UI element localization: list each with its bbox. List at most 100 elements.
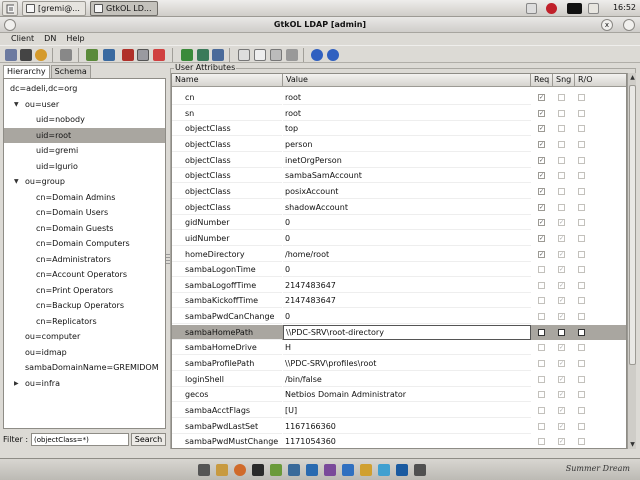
ro-checkbox[interactable] [578,125,585,133]
cut-icon[interactable] [60,49,72,61]
x-icon[interactable] [342,464,354,476]
sng-checkbox[interactable]: ✓ [558,297,565,305]
sng-checkbox[interactable] [558,328,565,336]
expander-open-icon[interactable]: ▼ [14,97,20,112]
attribute-value-cell[interactable]: \\PDC-SRV\profiles\root [283,356,531,372]
attribute-row[interactable]: cn root ✓ [172,90,626,105]
column-header-name[interactable]: Name [172,74,283,87]
ro-checkbox[interactable] [578,313,585,321]
attribute-row[interactable]: objectClass top ✓ [172,121,626,137]
ro-checkbox[interactable] [578,328,585,336]
sng-checkbox[interactable] [558,94,565,101]
sng-checkbox[interactable] [558,187,565,195]
sng-checkbox[interactable]: ✓ [558,313,565,321]
sng-checkbox[interactable]: ✓ [558,219,565,227]
attribute-row[interactable]: sambaHomeDrive H ✓ [172,340,626,356]
network-icon[interactable] [526,3,537,14]
req-checkbox[interactable] [538,328,545,336]
sng-checkbox[interactable] [558,156,565,164]
ro-checkbox[interactable] [578,172,585,180]
attribute-value-cell[interactable]: sambaSamAccount [283,168,531,184]
tree-node[interactable]: ▼ ou=group [4,174,165,189]
image-viewer-icon[interactable] [306,464,318,476]
attribute-value-cell[interactable]: top [283,121,531,137]
attribute-value-cell[interactable]: 2147483647 [283,293,531,309]
export-icon[interactable] [122,49,134,61]
req-checkbox[interactable]: ✓ [538,250,545,258]
ro-checkbox[interactable] [578,156,585,164]
scroll-up-icon[interactable]: ▲ [629,73,636,82]
attribute-row[interactable]: uidNumber 0 ✓ ✓ [172,231,626,246]
sng-checkbox[interactable]: ✓ [558,281,565,289]
table-icon[interactable] [238,49,250,61]
applications-menu-button[interactable] [2,1,18,16]
attributes-table[interactable]: Name Value Req Sng R/O cn root ✓ sn root ✓ obj… [171,73,627,449]
disconnect-icon[interactable] [20,49,32,61]
ro-checkbox[interactable] [578,375,585,383]
attribute-row[interactable]: sambaKickoffTime 2147483647 ✓ [172,293,626,309]
sng-checkbox[interactable]: ✓ [558,407,565,414]
attribute-icon[interactable] [270,49,282,61]
attribute-value-cell[interactable]: [U] [283,403,531,418]
sng-checkbox[interactable]: ✓ [558,391,565,399]
tree-node[interactable]: cn=Administrators [4,252,165,267]
tab-hierarchy[interactable]: Hierarchy [3,65,50,78]
terminal-launcher-icon[interactable] [252,464,264,476]
sng-checkbox[interactable]: ✓ [558,234,565,242]
ro-checkbox[interactable] [578,94,585,101]
sng-checkbox[interactable] [558,172,565,180]
tree-node[interactable]: ou=computer [4,329,165,344]
ldif-icon[interactable] [137,49,149,61]
ro-checkbox[interactable] [578,360,585,368]
attribute-row[interactable]: sambaLogoffTime 2147483647 ✓ [172,278,626,293]
tree-node[interactable]: cn=Domain Guests [4,221,165,236]
attribute-row[interactable]: sambaLogonTime 0 ✓ [172,262,626,278]
attribute-value-cell[interactable]: H [283,340,531,356]
close-icon[interactable]: x [601,19,613,31]
tree-node[interactable]: ▶ ou=infra [4,376,165,391]
save-entry-icon[interactable] [103,49,115,61]
menu-client[interactable]: Client [6,33,39,45]
attribute-value-cell[interactable]: 0 [283,262,531,278]
tree-node[interactable]: cn=Domain Computers [4,236,165,251]
ro-checkbox[interactable] [578,187,585,195]
sng-checkbox[interactable]: ✓ [558,344,565,352]
gimp-icon[interactable] [360,464,372,476]
function-icon[interactable] [254,49,266,61]
menu-help[interactable]: Help [61,33,89,45]
tree-node[interactable]: uid=gremi [4,143,165,158]
tree-node[interactable]: uid=lgurio [4,159,165,174]
req-checkbox[interactable] [538,266,545,274]
taskbar-terminal-button[interactable]: [gremi@... [22,1,86,16]
sng-checkbox[interactable] [558,125,565,133]
attribute-row[interactable]: sambaPwdLastSet 1167166360 ✓ [172,419,626,434]
sng-checkbox[interactable] [558,109,565,117]
req-checkbox[interactable]: ✓ [538,187,545,195]
req-checkbox[interactable]: ✓ [538,109,545,117]
ro-checkbox[interactable] [578,234,585,242]
ro-checkbox[interactable] [578,297,585,305]
connect-icon[interactable] [5,49,17,61]
copy-icon[interactable] [212,49,224,61]
attribute-value-cell[interactable]: 2147483647 [283,278,531,293]
ro-checkbox[interactable] [578,219,585,227]
column-header-value[interactable]: Value [283,74,531,87]
ro-checkbox[interactable] [578,281,585,289]
tree-node[interactable]: uid=root [4,127,165,143]
attribute-value-cell[interactable]: root [283,90,531,105]
attribute-row[interactable]: loginShell/bin/false ✓ [172,372,626,387]
delete-entry-icon[interactable] [153,49,165,61]
sng-checkbox[interactable]: ✓ [558,266,565,274]
script-icon[interactable] [396,464,408,476]
ro-checkbox[interactable] [578,344,585,352]
ro-checkbox[interactable] [578,266,585,274]
req-checkbox[interactable]: ✓ [538,140,545,148]
firefox-icon[interactable] [234,464,246,476]
attribute-row[interactable]: objectClass sambaSamAccount ✓ [172,168,626,184]
attribute-row[interactable]: gidNumber 0 ✓ ✓ [172,215,626,231]
sng-checkbox[interactable]: ✓ [558,375,565,383]
attribute-value-cell[interactable]: 0 [283,309,531,325]
req-checkbox[interactable] [538,407,545,414]
scrollbar-thumb[interactable] [629,85,636,365]
expander-closed-icon[interactable]: ▶ [14,376,20,391]
